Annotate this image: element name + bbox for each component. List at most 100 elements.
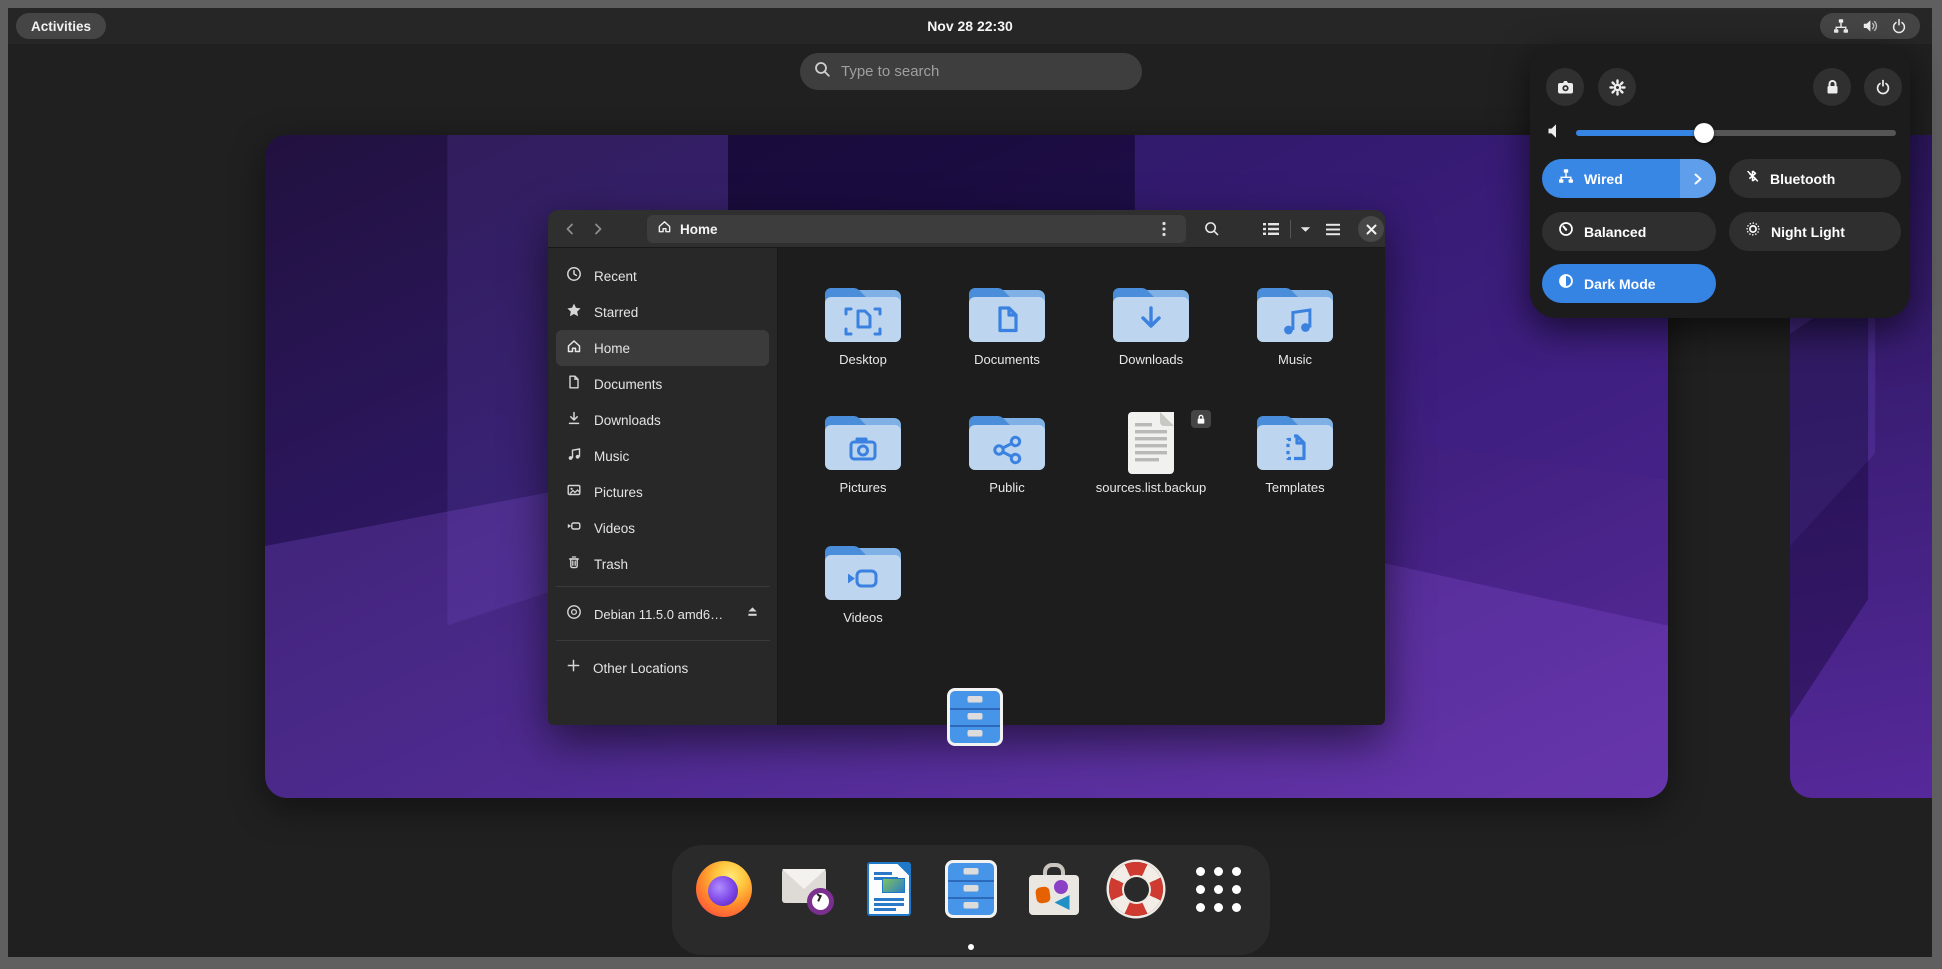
- volume-icon: [1862, 18, 1878, 34]
- toggle-dark-mode[interactable]: Dark Mode: [1542, 264, 1716, 303]
- sidebar-label: Home: [594, 341, 630, 356]
- item-label: sources.list.backup: [1091, 480, 1211, 495]
- path-bar[interactable]: Home: [647, 215, 1186, 243]
- sidebar-item-downloads[interactable]: Downloads: [556, 402, 769, 438]
- sidebar-label: Music: [594, 449, 629, 464]
- search-icon: [814, 61, 831, 83]
- firefox-icon: [696, 861, 752, 917]
- document-icon: [566, 374, 582, 395]
- search-button[interactable]: [1198, 215, 1226, 243]
- files-window[interactable]: Home: [548, 210, 1385, 725]
- toggle-label: Wired: [1584, 171, 1623, 187]
- folder-videos[interactable]: Videos: [803, 542, 923, 660]
- wired-expand-button[interactable]: [1680, 159, 1716, 198]
- files-app-icon[interactable]: [947, 688, 1003, 746]
- toggle-label: Night Light: [1771, 224, 1845, 240]
- item-label: Music: [1235, 352, 1355, 367]
- power-profile-icon: [1558, 221, 1574, 242]
- bluetooth-disabled-icon: [1745, 168, 1760, 189]
- dock-item-libreoffice-writer[interactable]: [858, 858, 920, 920]
- volume-thumb[interactable]: [1694, 123, 1714, 143]
- view-list-button[interactable]: [1254, 215, 1288, 243]
- folder-public[interactable]: Public: [947, 412, 1067, 530]
- sidebar-item-trash[interactable]: Trash: [556, 546, 769, 582]
- quick-settings-panel: Wired Bluetooth Balanced Night Light: [1530, 45, 1910, 318]
- dock-item-show-apps[interactable]: [1188, 858, 1250, 920]
- star-icon: [566, 302, 582, 323]
- dock-item-files[interactable]: [940, 858, 1002, 920]
- picture-icon: [566, 482, 582, 503]
- sidebar-label: Documents: [594, 377, 662, 392]
- system-tray[interactable]: [1820, 13, 1920, 39]
- file-sources-list-backup[interactable]: sources.list.backup: [1091, 412, 1211, 530]
- workspace-preview[interactable]: Home: [265, 135, 1668, 798]
- network-wired-icon: [1558, 168, 1574, 189]
- eject-button[interactable]: [745, 604, 760, 624]
- sidebar-item-music[interactable]: Music: [556, 438, 769, 474]
- item-label: Downloads: [1091, 352, 1211, 367]
- folder-pictures[interactable]: Pictures: [803, 412, 923, 530]
- read-only-emblem: [1191, 410, 1211, 428]
- sidebar-item-videos[interactable]: Videos: [556, 510, 769, 546]
- dock-item-help[interactable]: [1105, 858, 1167, 920]
- lock-button[interactable]: [1813, 68, 1851, 106]
- sidebar-item-device-debian[interactable]: Debian 11.5.0 amd6…: [556, 592, 770, 636]
- plus-icon: [566, 658, 581, 678]
- sidebar-label: Pictures: [594, 485, 643, 500]
- dark-mode-icon: [1558, 273, 1574, 294]
- dock-item-software[interactable]: [1023, 858, 1085, 920]
- sidebar-label: Downloads: [594, 413, 661, 428]
- trash-icon: [566, 554, 582, 575]
- toggle-label: Bluetooth: [1770, 171, 1835, 187]
- screenshot-button[interactable]: [1546, 68, 1584, 106]
- folder-desktop[interactable]: Desktop: [803, 284, 923, 402]
- back-button[interactable]: [556, 215, 584, 243]
- sidebar-item-other-locations[interactable]: Other Locations: [556, 646, 770, 690]
- sidebar-item-recent[interactable]: Recent: [556, 258, 769, 294]
- sidebar-label: Starred: [594, 305, 638, 320]
- cabinet-divider: [950, 725, 1000, 727]
- home-icon: [657, 219, 672, 239]
- sidebar-item-pictures[interactable]: Pictures: [556, 474, 769, 510]
- folder-music[interactable]: Music: [1235, 284, 1355, 402]
- view-options-dropdown[interactable]: [1292, 215, 1318, 243]
- toggle-night-light[interactable]: Night Light: [1729, 212, 1901, 251]
- settings-button[interactable]: [1598, 68, 1636, 106]
- volume-mute-icon[interactable]: [1546, 123, 1564, 146]
- network-wired-icon: [1833, 18, 1849, 34]
- search-input[interactable]: Type to search: [800, 53, 1142, 90]
- folder-templates[interactable]: Templates: [1235, 412, 1355, 530]
- files-content-area[interactable]: Desktop Documents Downloads Music: [778, 248, 1384, 725]
- toggle-bluetooth[interactable]: Bluetooth: [1729, 159, 1901, 198]
- toggle-wired[interactable]: Wired: [1542, 159, 1716, 198]
- recent-icon: [566, 266, 582, 287]
- view-more-icon[interactable]: [1152, 217, 1176, 241]
- folder-documents[interactable]: Documents: [947, 284, 1067, 402]
- item-label: Templates: [1235, 480, 1355, 495]
- forward-button[interactable]: [584, 215, 612, 243]
- lifebuoy-icon: [1109, 862, 1163, 916]
- toggle-power-profile[interactable]: Balanced: [1542, 212, 1716, 251]
- item-label: Desktop: [803, 352, 923, 367]
- close-window-button[interactable]: [1358, 216, 1384, 242]
- dock-item-firefox[interactable]: [693, 858, 755, 920]
- volume-fill: [1576, 130, 1704, 136]
- toggle-label: Balanced: [1584, 224, 1646, 240]
- volume-slider[interactable]: [1576, 130, 1896, 136]
- power-button[interactable]: [1864, 68, 1902, 106]
- clock-button[interactable]: Nov 28 22:30: [8, 13, 1932, 39]
- sidebar-item-home[interactable]: Home: [556, 330, 769, 366]
- dock-item-evolution[interactable]: [775, 858, 837, 920]
- other-locations-label: Other Locations: [593, 661, 688, 676]
- sidebar-item-documents[interactable]: Documents: [556, 366, 769, 402]
- files-headerbar: Home: [548, 210, 1385, 248]
- cabinet-handle: [968, 696, 983, 702]
- folder-downloads[interactable]: Downloads: [1091, 284, 1211, 402]
- running-indicator-dot: [968, 944, 974, 950]
- item-label: Videos: [803, 610, 923, 625]
- menu-button[interactable]: [1319, 215, 1347, 243]
- sidebar-item-starred[interactable]: Starred: [556, 294, 769, 330]
- sidebar-label: Recent: [594, 269, 637, 284]
- sidebar-separator: [556, 586, 770, 587]
- sidebar-label: Trash: [594, 557, 628, 572]
